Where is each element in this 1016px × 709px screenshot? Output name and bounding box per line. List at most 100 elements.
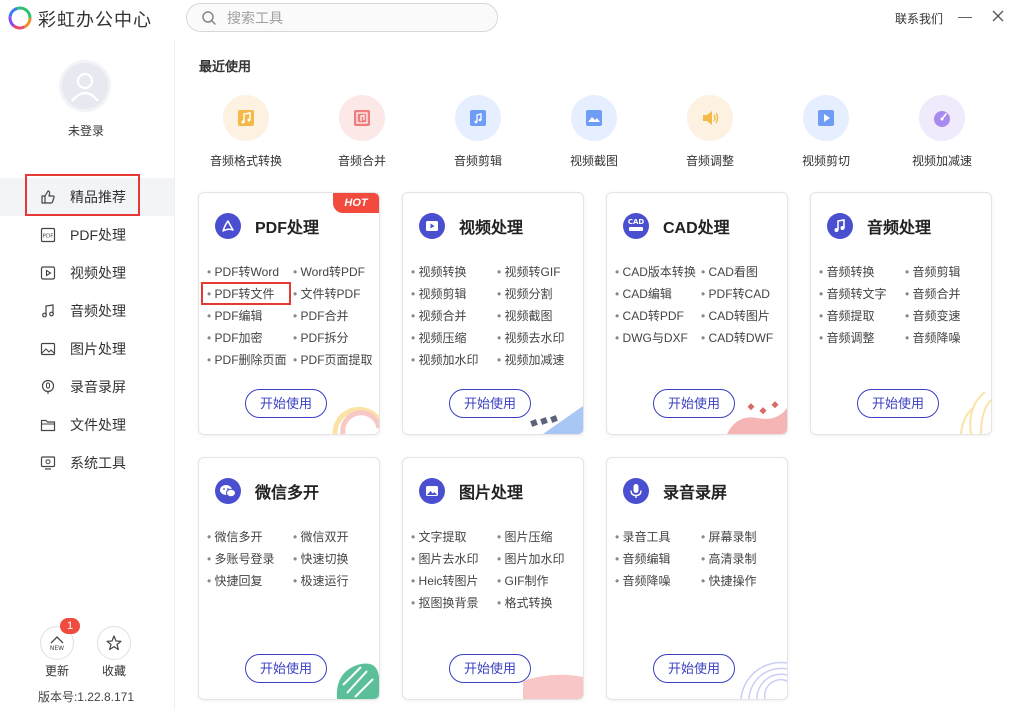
tool-link[interactable]: 视频合并 [411, 307, 497, 329]
tool-link[interactable]: 音频调整 [819, 329, 905, 351]
sidebar-item-video[interactable]: 视频处理 [0, 254, 174, 292]
card-wechat[interactable]: 微信多开 微信多开微信双开 多账号登录快速切换 快捷回复极速运行 开始使用 [198, 457, 380, 700]
tool-link[interactable]: 视频转GIF [497, 263, 583, 285]
avatar[interactable] [59, 60, 111, 112]
tool-link[interactable]: PDF转文件 [207, 285, 293, 307]
tool-link[interactable]: PDF转CAD [701, 285, 787, 307]
sidebar-item-file[interactable]: 文件处理 [0, 406, 174, 444]
close-icon[interactable] [990, 8, 1006, 24]
tool-link[interactable]: 音频合并 [905, 285, 991, 307]
tool-link[interactable]: CAD看图 [701, 263, 787, 285]
card-audio[interactable]: 音频处理 音频转换音频剪辑 音频转文字音频合并 音频提取音频变速 音频调整音频降… [810, 192, 992, 435]
tool-link[interactable]: 视频截图 [497, 307, 583, 329]
sidebar-item-record[interactable]: 录音录屏 [0, 368, 174, 406]
tool-link[interactable]: 视频压缩 [411, 329, 497, 351]
tool-link[interactable]: 图片加水印 [497, 550, 583, 572]
card-title: 图片处理 [459, 485, 524, 502]
tool-link[interactable]: 格式转换 [497, 594, 583, 616]
favorite-button[interactable] [97, 626, 131, 660]
tool-link[interactable]: 音频提取 [819, 307, 905, 329]
tool-link[interactable]: PDF合并 [293, 307, 379, 329]
tool-link[interactable]: PDF加密 [207, 329, 293, 351]
tool-link[interactable]: CAD转DWF [701, 329, 787, 351]
tool-link[interactable]: 视频加减速 [497, 351, 583, 373]
start-button[interactable]: 开始使用 [653, 389, 735, 418]
card-links: 微信多开微信双开 多账号登录快速切换 快捷回复极速运行 [207, 528, 379, 594]
tool-link[interactable]: 图片去水印 [411, 550, 497, 572]
card-pdf[interactable]: HOT PDF处理 PDF转WordWord转PDF PDF转文件文件转PDF … [198, 192, 380, 435]
start-button[interactable]: 开始使用 [245, 389, 327, 418]
card-video[interactable]: 视频处理 视频转换视频转GIF 视频剪辑视频分割 视频合并视频截图 视频压缩视频… [402, 192, 584, 435]
recent-item[interactable]: 音频合并 [312, 95, 412, 169]
start-button[interactable]: 开始使用 [653, 654, 735, 683]
main-content: 最近使用 音频格式转换 音频合并 音频剪辑 视频截图 音频调整 视频剪切 视频加… [176, 40, 1016, 709]
tool-link[interactable]: PDF拆分 [293, 329, 379, 351]
rainbow-logo-icon [8, 6, 32, 30]
tool-link[interactable]: CAD版本转换 [615, 263, 701, 285]
card-title: PDF处理 [255, 220, 320, 237]
tool-link[interactable]: DWG与DXF [615, 329, 701, 351]
tool-link[interactable]: 音频转换 [819, 263, 905, 285]
update-badge: 1 [60, 618, 80, 634]
sidebar-item-audio[interactable]: 音频处理 [0, 292, 174, 330]
tool-link[interactable]: PDF转Word [207, 263, 293, 285]
tool-link[interactable]: 文字提取 [411, 528, 497, 550]
contact-us-link[interactable]: 联系我们 [895, 10, 943, 27]
sidebar-item-featured[interactable]: 精品推荐 [0, 178, 174, 216]
tool-link[interactable]: 快速切换 [293, 550, 379, 572]
sidebar-item-system[interactable]: 系统工具 [0, 444, 174, 482]
tool-link[interactable]: 音频降噪 [905, 329, 991, 351]
recent-item[interactable]: 音频剪辑 [428, 95, 528, 169]
card-image[interactable]: 图片处理 文字提取图片压缩 图片去水印图片加水印 Heic转图片GIF制作 抠图… [402, 457, 584, 700]
tool-link[interactable]: 抠图换背景 [411, 594, 497, 616]
recent-item[interactable]: 视频剪切 [776, 95, 876, 169]
tool-link[interactable]: 音频降噪 [615, 572, 701, 594]
tool-link[interactable]: 视频转换 [411, 263, 497, 285]
tool-link[interactable]: 微信双开 [293, 528, 379, 550]
card-cad[interactable]: CAD CAD处理 CAD版本转换CAD看图 CAD编辑PDF转CAD CAD转… [606, 192, 788, 435]
tool-link[interactable]: Heic转图片 [411, 572, 497, 594]
tool-link[interactable]: 图片压缩 [497, 528, 583, 550]
login-status[interactable]: 未登录 [0, 122, 172, 139]
search-box[interactable] [186, 3, 498, 32]
tool-link[interactable]: CAD转图片 [701, 307, 787, 329]
tool-link[interactable]: GIF制作 [497, 572, 583, 594]
tool-link[interactable]: 音频转文字 [819, 285, 905, 307]
tool-link[interactable]: 文件转PDF [293, 285, 379, 307]
tool-link[interactable]: 快捷操作 [701, 572, 787, 594]
tool-link[interactable]: 视频剪辑 [411, 285, 497, 307]
recent-item[interactable]: 音频格式转换 [196, 95, 296, 169]
tool-link[interactable]: PDF删除页面 [207, 351, 293, 373]
tool-link[interactable]: 录音工具 [615, 528, 701, 550]
tool-link[interactable]: 视频加水印 [411, 351, 497, 373]
recent-item[interactable]: 视频加减速 [892, 95, 992, 169]
tool-link[interactable]: 屏幕录制 [701, 528, 787, 550]
tool-link[interactable]: CAD编辑 [615, 285, 701, 307]
tool-link[interactable]: 音频变速 [905, 307, 991, 329]
tool-link[interactable]: 极速运行 [293, 572, 379, 594]
minimize-button[interactable]: — [958, 8, 972, 24]
tool-link[interactable]: 音频编辑 [615, 550, 701, 572]
card-record[interactable]: 录音录屏 录音工具屏幕录制 音频编辑高清录制 音频降噪快捷操作 开始使用 [606, 457, 788, 700]
tool-link[interactable]: 视频去水印 [497, 329, 583, 351]
search-input[interactable] [227, 7, 487, 29]
recent-item[interactable]: 音频调整 [660, 95, 760, 169]
hot-badge: HOT [333, 193, 379, 213]
search-icon [202, 11, 216, 25]
tool-link[interactable]: 音频剪辑 [905, 263, 991, 285]
tool-link[interactable]: 视频分割 [497, 285, 583, 307]
tool-link[interactable]: PDF页面提取 [293, 351, 379, 373]
start-button[interactable]: 开始使用 [449, 654, 531, 683]
sidebar-item-image[interactable]: 图片处理 [0, 330, 174, 368]
sidebar-item-pdf[interactable]: PDF PDF处理 [0, 216, 174, 254]
start-button[interactable]: 开始使用 [245, 654, 327, 683]
tool-link[interactable]: Word转PDF [293, 263, 379, 285]
start-button[interactable]: 开始使用 [857, 389, 939, 418]
tool-link[interactable]: 微信多开 [207, 528, 293, 550]
tool-link[interactable]: 高清录制 [701, 550, 787, 572]
tool-link[interactable]: 多账号登录 [207, 550, 293, 572]
tool-link[interactable]: CAD转PDF [615, 307, 701, 329]
tool-link[interactable]: PDF编辑 [207, 307, 293, 329]
tool-link[interactable]: 快捷回复 [207, 572, 293, 594]
recent-item[interactable]: 视频截图 [544, 95, 644, 169]
